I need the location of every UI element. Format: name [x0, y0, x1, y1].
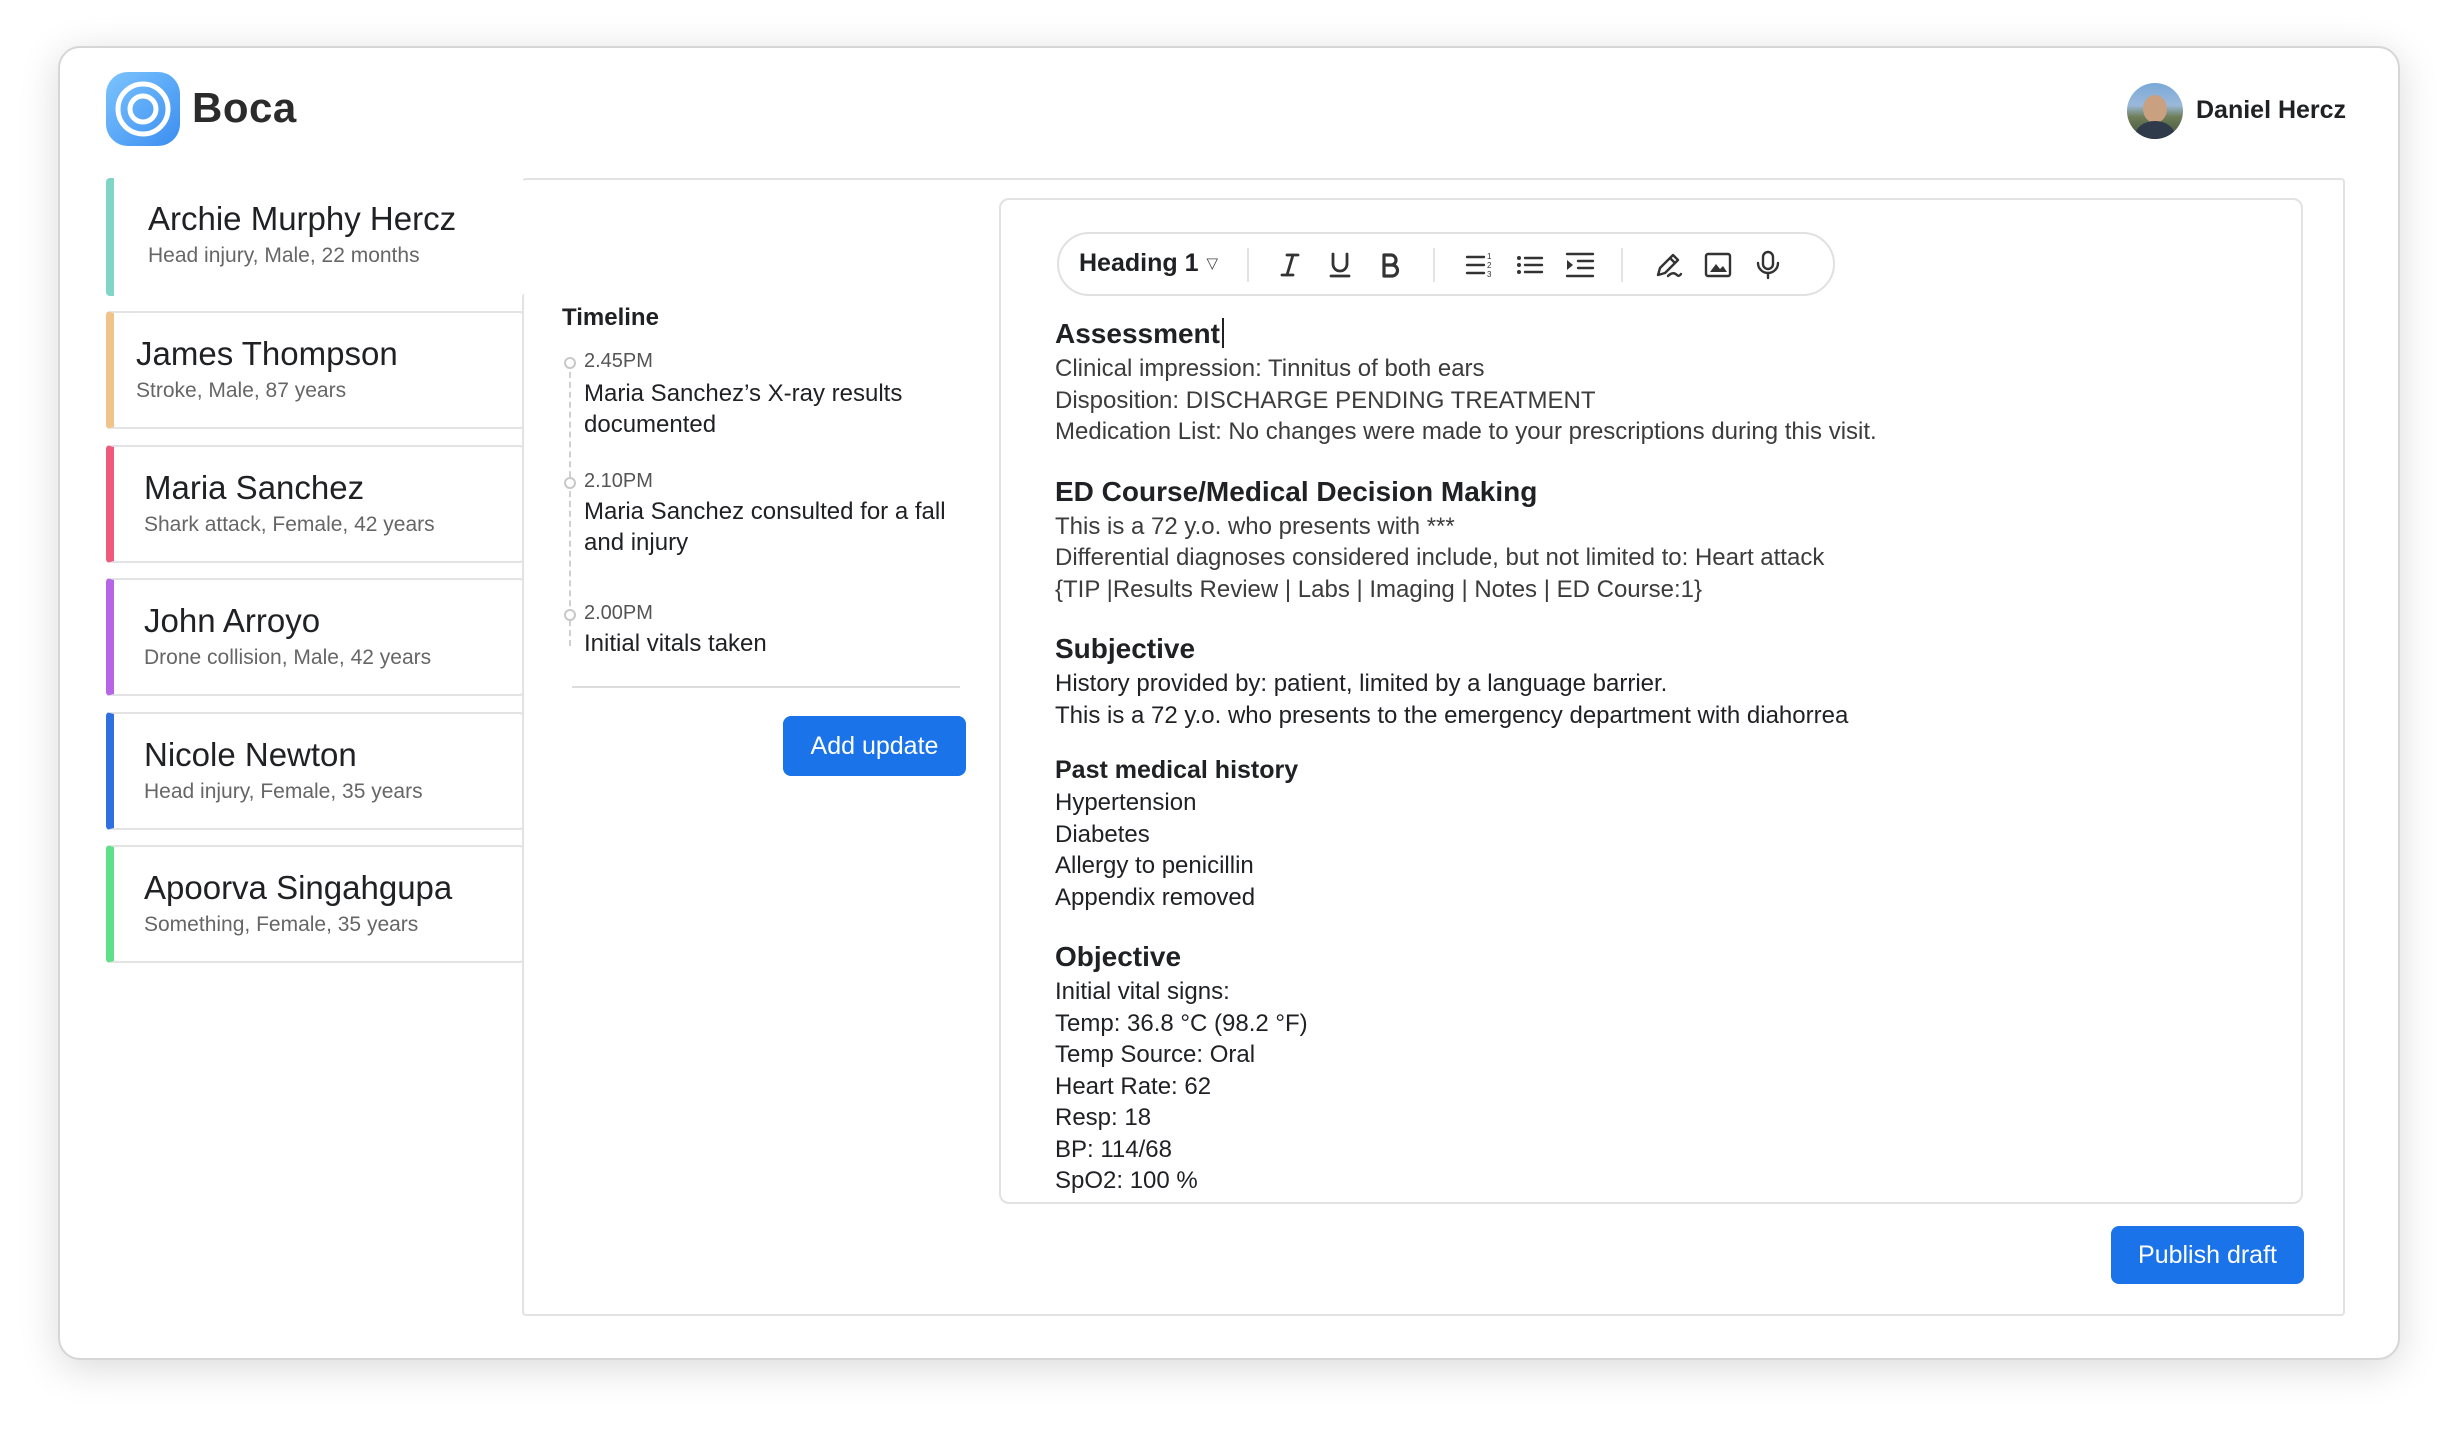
timeline-dot	[564, 609, 576, 621]
timeline-time: 2.45PM	[584, 350, 653, 372]
bulleted-list-icon	[1517, 256, 1544, 274]
timeline-time: 2.10PM	[584, 470, 653, 492]
italic-icon	[1280, 253, 1300, 277]
section-heading-past-history: Past medical history	[1055, 756, 1299, 784]
patient-name: Apoorva Singahgupa	[144, 869, 453, 906]
patient-name: John Arroyo	[144, 602, 321, 639]
patient-card-john[interactable]: John Arroyo Drone collision, Male, 42 ye…	[106, 578, 524, 696]
timeline-time: 2.00PM	[584, 602, 653, 624]
svg-text:3: 3	[1487, 270, 1492, 279]
patient-card-james[interactable]: James Thompson Stroke, Male, 87 years	[106, 311, 524, 429]
heading-style-value: Heading 1	[1079, 249, 1199, 277]
toolbar-separator	[1621, 248, 1623, 282]
text-cursor	[1221, 318, 1224, 348]
doc-line: {TIP |Results Review | Labs | Imaging | …	[1055, 575, 1703, 603]
svg-text:2: 2	[1487, 261, 1492, 270]
insert-image-button[interactable]	[1699, 246, 1737, 284]
patient-details: Drone collision, Male, 42 years	[144, 646, 432, 669]
image-icon	[1704, 252, 1732, 278]
indent-button[interactable]	[1561, 246, 1599, 284]
doc-line: Heart Rate: 62	[1055, 1072, 1212, 1100]
numbered-list-icon: 123	[1465, 252, 1492, 279]
draw-button[interactable]	[1649, 246, 1687, 284]
timeline-entry: Initial vitals taken	[584, 630, 767, 657]
doc-line: Appendix removed	[1055, 883, 1256, 911]
patient-card-maria[interactable]: Maria Sanchez Shark attack, Female, 42 y…	[106, 445, 524, 563]
doc-line: Differential diagnoses considered includ…	[1055, 544, 1825, 571]
timeline-divider	[572, 686, 960, 688]
doc-line: History provided by: patient, limited by…	[1055, 670, 1668, 697]
doc-line: Allergy to penicillin	[1055, 852, 1254, 879]
heading-style-select[interactable]: Heading 1 ▽	[1079, 249, 1218, 278]
bulleted-list-button[interactable]	[1511, 246, 1549, 284]
doc-line: This is a 72 y.o. who presents to the em…	[1055, 701, 1849, 729]
microphone-icon	[1756, 250, 1780, 280]
section-heading-objective: Objective	[1055, 941, 1182, 972]
dictation-button[interactable]	[1749, 246, 1787, 284]
note-editor[interactable]: Heading 1 ▽ 123 Assessment Clinical impr…	[999, 198, 2303, 1204]
doc-line: Temp: 36.8 °C (98.2 °F)	[1055, 1009, 1308, 1037]
patient-name: Nicole Newton	[144, 736, 357, 773]
patient-details: Head injury, Male, 22 months	[148, 244, 420, 267]
timeline-entry: Maria Sanchez’s X-ray results documented	[584, 380, 903, 438]
section-heading-assessment: Assessment	[1055, 315, 2275, 353]
doc-line: Hypertension	[1055, 789, 1197, 816]
indent-icon	[1565, 252, 1595, 278]
pen-icon	[1656, 253, 1683, 278]
section-heading-ed-course: ED Course/Medical Decision Making	[1055, 475, 1538, 507]
underline-button[interactable]	[1321, 246, 1359, 284]
doc-line: Disposition: DISCHARGE PENDING TREATMENT	[1055, 386, 1596, 414]
toolbar-separator	[1433, 248, 1435, 282]
timeline-title: Timeline	[562, 304, 659, 331]
timeline-connector	[569, 362, 571, 646]
patient-card-apoorva[interactable]: Apoorva Singahgupa Something, Female, 35…	[106, 845, 524, 963]
avatar-shirt	[2135, 121, 2175, 139]
toolbar-separator	[1247, 248, 1249, 282]
doc-line: Resp: 18	[1055, 1104, 1152, 1131]
app-title: Boca	[192, 84, 297, 131]
underline-icon	[1329, 252, 1351, 278]
user-avatar[interactable]	[2127, 83, 2183, 139]
doc-line: SpO2: 100 %	[1055, 1167, 1198, 1194]
italic-button[interactable]	[1271, 246, 1309, 284]
editor-toolbar: Heading 1 ▽ 123	[1057, 232, 1835, 296]
patient-details: Something, Female, 35 years	[144, 913, 419, 936]
svg-text:1: 1	[1487, 252, 1492, 261]
publish-draft-button[interactable]: Publish draft	[2111, 1226, 2304, 1284]
note-document[interactable]: Assessment Clinical impression: Tinnitus…	[1055, 315, 2275, 1197]
chevron-down-icon: ▽	[1206, 255, 1219, 272]
patient-card-archie[interactable]: Archie Murphy Hercz Head injury, Male, 2…	[106, 178, 524, 296]
add-update-button[interactable]: Add update	[783, 716, 966, 776]
doc-line: This is a 72 y.o. who presents with ***	[1055, 512, 1455, 540]
patient-details: Shark attack, Female, 42 years	[144, 513, 435, 536]
patient-details: Stroke, Male, 87 years	[136, 379, 347, 402]
timeline-dot	[564, 357, 576, 369]
section-heading-subjective: Subjective	[1055, 633, 1196, 664]
doc-line: Medication List: No changes were made to…	[1055, 418, 1877, 445]
patient-details: Head injury, Female, 35 years	[144, 780, 423, 803]
doc-line: Diabetes	[1055, 820, 1150, 848]
doc-line: Initial vital signs:	[1055, 978, 1230, 1005]
numbered-list-button[interactable]: 123	[1461, 246, 1499, 284]
timeline-entry: Maria Sanchez consulted for a fall and i…	[584, 498, 946, 556]
timeline-dot	[564, 477, 576, 489]
doc-line: Temp Source: Oral	[1055, 1041, 1256, 1068]
patient-name: Maria Sanchez	[144, 469, 365, 506]
doc-line: BP: 114/68	[1055, 1135, 1172, 1163]
boca-logo-icon	[106, 72, 180, 146]
bold-icon	[1382, 253, 1400, 278]
doc-line: Clinical impression: Tinnitus of both ea…	[1055, 355, 1485, 382]
patient-name: James Thompson	[136, 335, 398, 372]
patient-name: Archie Murphy Hercz	[148, 200, 457, 237]
avatar-face	[2143, 95, 2167, 123]
bold-button[interactable]	[1371, 246, 1409, 284]
patient-card-nicole[interactable]: Nicole Newton Head injury, Female, 35 ye…	[106, 712, 524, 830]
user-name[interactable]: Daniel Hercz	[2196, 96, 2346, 125]
